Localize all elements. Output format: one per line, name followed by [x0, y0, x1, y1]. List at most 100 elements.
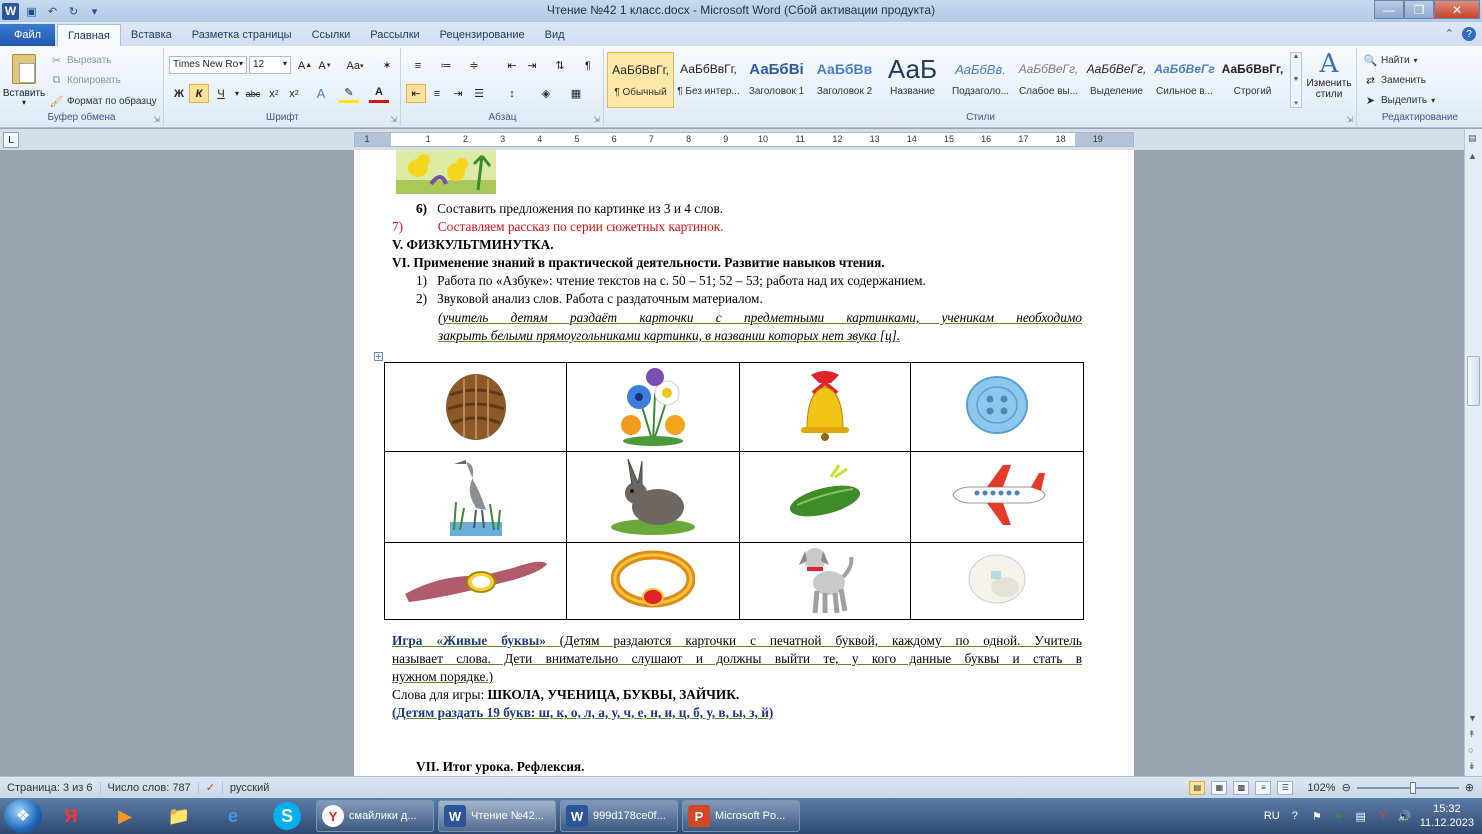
text-effects-button[interactable]: A: [311, 84, 331, 103]
folder-icon[interactable]: 📁: [154, 799, 204, 833]
start-button[interactable]: ❖: [4, 799, 42, 833]
copy-button[interactable]: ⧉ Копировать: [50, 71, 121, 89]
full-screen-view-icon[interactable]: ▦: [1211, 780, 1228, 795]
paste-button[interactable]: Вставить ▾: [3, 52, 45, 108]
zoom-slider[interactable]: [1356, 781, 1459, 794]
bold-button[interactable]: Ж: [169, 84, 189, 103]
draft-view-icon[interactable]: ☰: [1277, 780, 1294, 795]
previous-page-icon[interactable]: ↟: [1468, 729, 1476, 740]
style-subtitle[interactable]: АаБбВв. Подзаголо...: [947, 52, 1014, 108]
next-page-icon[interactable]: ↡: [1468, 761, 1476, 772]
flag-icon[interactable]: ⚑: [1310, 809, 1324, 823]
clock[interactable]: 15:32 11.12.2023: [1420, 802, 1474, 830]
chevron-up-icon[interactable]: ▲: [1293, 53, 1300, 60]
media-player-icon[interactable]: ▶: [100, 799, 150, 833]
style-title[interactable]: АаБ Название: [879, 52, 946, 108]
font-size-box[interactable]: 12 ▾: [249, 56, 291, 74]
tab-file[interactable]: Файл: [0, 24, 55, 46]
tab-review[interactable]: Рецензирование: [430, 24, 535, 46]
style-intense-emphasis[interactable]: АаБбВеГг Сильное в...: [1151, 52, 1218, 108]
tab-home[interactable]: Главная: [57, 24, 121, 46]
align-center-icon[interactable]: ≡: [427, 84, 447, 103]
chicks-picture[interactable]: [396, 150, 496, 194]
dialog-launcher-icon[interactable]: ⇲: [153, 115, 160, 124]
subscript-button[interactable]: x2: [264, 84, 284, 103]
task-powerpoint[interactable]: P Microsoft Po...: [682, 800, 800, 832]
horizontal-ruler[interactable]: 1 1 2 3 4 5 6 7 8 9 10 11 12 13 14 15 16 17 18 19: [354, 132, 1134, 147]
dialog-launcher-icon[interactable]: ⇲: [390, 115, 397, 124]
yandex-tray-icon[interactable]: Y: [1376, 809, 1390, 823]
scroll-down-arrow[interactable]: ▼: [1468, 713, 1477, 723]
ruler-toggle-icon[interactable]: ▤: [1468, 133, 1477, 144]
increase-indent-icon[interactable]: ⇥: [522, 56, 542, 75]
word-logo-icon[interactable]: W: [2, 2, 19, 20]
strikethrough-button[interactable]: abc: [243, 84, 263, 103]
show-marks-icon[interactable]: ¶: [578, 56, 598, 75]
style-emphasis[interactable]: АаБбВеГг, Выделение: [1083, 52, 1150, 108]
shading-icon[interactable]: ◈: [536, 84, 556, 103]
align-left-icon[interactable]: ⇤: [406, 84, 426, 103]
sort-icon[interactable]: ⇅: [550, 56, 570, 75]
style-no-spacing[interactable]: АаБбВвГг, ¶ Без интер...: [675, 52, 742, 108]
tray-app-icon[interactable]: ●: [1332, 809, 1346, 823]
browse-object-icon[interactable]: ○: [1468, 745, 1473, 755]
style-normal[interactable]: АаБбВвГг, ¶ Обычный: [607, 52, 674, 108]
network-icon[interactable]: ▤: [1354, 809, 1368, 823]
more-icon[interactable]: ▾: [1294, 99, 1298, 107]
tab-insert[interactable]: Вставка: [121, 24, 182, 46]
input-language[interactable]: RU: [1264, 810, 1280, 822]
tab-selector-icon[interactable]: L: [3, 132, 19, 148]
cell-airplane[interactable]: [910, 451, 1084, 543]
font-name-box[interactable]: Times New Ro ▾: [169, 56, 247, 74]
save-icon[interactable]: ▣: [23, 3, 40, 20]
style-subtle-emphasis[interactable]: АаБбВеГг, Слабое вы...: [1015, 52, 1082, 108]
task-word-other[interactable]: W 999d178ce0f...: [560, 800, 678, 832]
tab-view[interactable]: Вид: [535, 24, 575, 46]
language-indicator[interactable]: русский: [223, 782, 276, 794]
clear-formatting-icon[interactable]: ✶: [377, 56, 397, 75]
yandex-icon[interactable]: Я: [46, 799, 96, 833]
style-heading-2[interactable]: АаБбВв Заголовок 2: [811, 52, 878, 108]
scrollbar-thumb[interactable]: [1467, 356, 1480, 406]
proofing-icon[interactable]: ✓: [199, 781, 223, 794]
style-heading-1[interactable]: АаБбВі Заголовок 1: [743, 52, 810, 108]
replace-button[interactable]: ⇄ Заменить: [1364, 71, 1426, 89]
dialog-launcher-icon[interactable]: ⇲: [1346, 115, 1353, 124]
cell-button[interactable]: [910, 362, 1084, 452]
redo-icon[interactable]: ↻: [65, 3, 82, 20]
find-button[interactable]: 🔍 Найти ▾: [1364, 51, 1418, 69]
web-layout-view-icon[interactable]: ▩: [1233, 780, 1250, 795]
cell-heron[interactable]: [384, 451, 567, 543]
zoom-slider-knob[interactable]: [1409, 781, 1416, 794]
cell-cucumber[interactable]: [739, 451, 911, 543]
document-page[interactable]: 6) Составить предложения по картинке из …: [354, 150, 1134, 776]
change-case-button[interactable]: Aa ▾: [341, 56, 369, 75]
tab-references[interactable]: Ссылки: [302, 24, 361, 46]
document-area[interactable]: 6) Составить предложения по картинке из …: [0, 150, 1464, 776]
task-browser[interactable]: Y смайлики д...: [316, 800, 434, 832]
line-spacing-icon[interactable]: ↕: [502, 84, 522, 103]
zoom-level[interactable]: 102%: [1307, 782, 1335, 794]
cell-bell[interactable]: [739, 362, 911, 452]
skype-icon[interactable]: S: [262, 799, 312, 833]
cell-pinecone[interactable]: [384, 362, 567, 452]
shrink-font-button[interactable]: A ▼: [315, 56, 335, 75]
picture-table[interactable]: [384, 362, 1084, 620]
customize-qat-icon[interactable]: ▾: [86, 3, 103, 20]
chevron-down-icon[interactable]: ▼: [1293, 76, 1300, 83]
bullets-icon[interactable]: ≡: [408, 56, 428, 75]
change-styles-button[interactable]: A Изменить стили: [1306, 50, 1351, 110]
scroll-up-arrow[interactable]: ▲: [1468, 151, 1477, 161]
font-color-button[interactable]: A: [369, 84, 389, 103]
tab-mailings[interactable]: Рассылки: [360, 24, 429, 46]
cell-dog[interactable]: [739, 542, 911, 620]
superscript-button[interactable]: x2: [284, 84, 304, 103]
grow-font-button[interactable]: A ▲: [295, 56, 315, 75]
minimize-button[interactable]: —: [1374, 0, 1404, 19]
page-indicator[interactable]: Страница: 3 из 6: [0, 781, 101, 794]
volume-icon[interactable]: 🔊: [1398, 809, 1412, 823]
internet-explorer-icon[interactable]: e: [208, 799, 258, 833]
help-icon[interactable]: ?: [1288, 809, 1302, 823]
styles-gallery-scroll[interactable]: ▲ ▼ ▾: [1290, 52, 1302, 108]
style-strong[interactable]: АаБбВвГг, Строгий: [1219, 52, 1286, 108]
